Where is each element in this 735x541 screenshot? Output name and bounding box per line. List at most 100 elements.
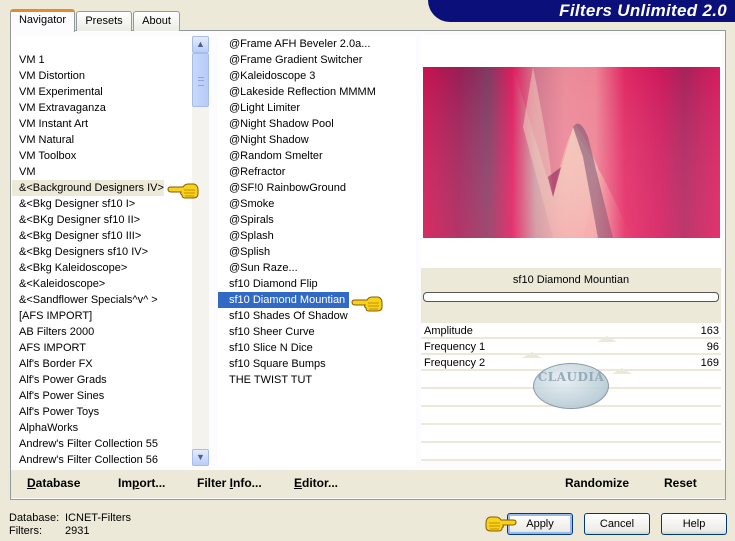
pointing-hand-icon [485, 516, 517, 532]
filter-item[interactable]: @Frame Gradient Switcher [218, 52, 376, 68]
scroll-up-button[interactable]: ▲ [192, 36, 209, 53]
filter-item[interactable]: sf10 Sheer Curve [218, 324, 376, 340]
category-item[interactable]: VM Toolbox [12, 148, 164, 164]
category-item[interactable]: &<Bkg Designers sf10 IV> [12, 244, 164, 260]
category-item[interactable]: Alf's Power Grads [12, 372, 164, 388]
category-item[interactable]: Alf's Border FX [12, 356, 164, 372]
slider-marker [522, 352, 542, 358]
category-item[interactable]: &<BKg Designer sf10 II> [12, 212, 164, 228]
editor-button[interactable]: Editor... [294, 476, 338, 490]
tab-navigator[interactable]: Navigator [10, 9, 75, 32]
cancel-button[interactable]: Cancel [584, 513, 650, 535]
category-item[interactable]: &<Sandflower Specials^v^ > [12, 292, 164, 308]
filter-item[interactable]: @Splish [218, 244, 376, 260]
param-value: 163 [700, 325, 719, 337]
help-button[interactable]: Help [661, 513, 727, 535]
label-part: ort... [139, 476, 166, 490]
category-item[interactable]: &<Background Designers IV> [12, 180, 164, 196]
app-title: Filters Unlimited 2.0 [559, 1, 727, 20]
status-label: Filters: [9, 525, 42, 537]
filter-item[interactable]: sf10 Diamond Mountian [218, 292, 350, 308]
status-database: Database: ICNET-Filters [9, 512, 131, 524]
filter-info-bar: sf10 Diamond Mountian [421, 268, 721, 331]
category-item[interactable]: AB Filters 2000 [12, 324, 164, 340]
param-amplitude[interactable]: Amplitude 163 [421, 323, 721, 339]
category-item[interactable]: Alf's Power Sines [12, 388, 164, 404]
param-value: 169 [700, 357, 719, 369]
chevron-up-icon: ▲ [196, 39, 205, 49]
tab-presets[interactable]: Presets [76, 11, 132, 31]
filter-item[interactable]: THE TWIST TUT [218, 372, 376, 388]
preview-image [423, 67, 720, 238]
title-banner: Filters Unlimited 2.0 [428, 0, 735, 22]
category-item[interactable]: VM Distortion [12, 68, 164, 84]
scroll-down-button[interactable]: ▼ [192, 449, 209, 466]
filter-item[interactable]: sf10 Diamond Flip [218, 276, 376, 292]
scroll-thumb[interactable] [192, 53, 209, 107]
category-item[interactable]: VM Experimental [12, 84, 164, 100]
filter-item[interactable]: @Splash [218, 228, 376, 244]
filter-item[interactable]: sf10 Slice N Dice [218, 340, 376, 356]
param-label: Amplitude [424, 325, 473, 337]
progress-bar [423, 292, 719, 302]
param-frequency-1[interactable]: Frequency 1 96 [421, 339, 721, 355]
category-item[interactable]: VM 1 [12, 52, 164, 68]
pointing-hand-icon [167, 183, 199, 199]
filter-item[interactable]: @Spirals [218, 212, 376, 228]
category-item[interactable]: &<Bkg Designer sf10 I> [12, 196, 164, 212]
category-scrollbar[interactable]: ▲ ▼ [192, 36, 209, 466]
database-button[interactable]: Database [27, 476, 80, 490]
param-value: 96 [706, 341, 719, 353]
filter-list[interactable]: @Frame AFH Beveler 2.0a... @Frame Gradien… [218, 36, 416, 466]
category-item[interactable]: Alf's Power Toys [12, 404, 164, 420]
filter-item[interactable]: @Frame AFH Beveler 2.0a... [218, 36, 376, 52]
filter-item[interactable]: @SF!0 RainbowGround [218, 180, 376, 196]
slider-marker [597, 336, 617, 342]
category-item[interactable]: VM Extravaganza [12, 100, 164, 116]
status-value: 2931 [65, 525, 90, 537]
category-item[interactable]: AFS IMPORT [12, 340, 164, 356]
accelerator-key: E [294, 476, 303, 490]
filter-item[interactable]: sf10 Square Bumps [218, 356, 376, 372]
category-list[interactable]: VM 1 VM Distortion VM Experimental VM Extra… [12, 36, 192, 466]
category-item[interactable]: VM Natural [12, 132, 164, 148]
label-part: atabase [35, 476, 81, 490]
category-item[interactable]: Andrew's Filter Collection 56 [12, 452, 164, 466]
category-item[interactable]: &<Kaleidoscope> [12, 276, 164, 292]
filter-item[interactable]: @Kaleidoscope 3 [218, 68, 376, 84]
label-part: Filter [197, 476, 230, 490]
filter-info-button[interactable]: Filter Info... [197, 476, 262, 490]
category-item[interactable]: VM Instant Art [12, 116, 164, 132]
filter-item[interactable]: @Night Shadow Pool [218, 116, 376, 132]
category-item[interactable]: Andrew's Filter Collection 55 [12, 436, 164, 452]
category-item[interactable]: VM [12, 164, 164, 180]
filter-item[interactable]: @Random Smelter [218, 148, 376, 164]
import-button[interactable]: Import... [118, 476, 165, 490]
label-part: Im [118, 476, 133, 490]
accelerator-key: D [27, 476, 36, 490]
filter-item[interactable]: @Refractor [218, 164, 376, 180]
category-item[interactable]: &<Bkg Designer sf10 III> [12, 228, 164, 244]
filter-item[interactable]: @Lakeside Reflection MMMM [218, 84, 376, 100]
label-part: ditor... [302, 476, 339, 490]
pointing-hand-icon [351, 296, 383, 312]
selected-filter-name: sf10 Diamond Mountian [512, 274, 630, 286]
param-label: Frequency 1 [424, 341, 486, 353]
param-label: Frequency 2 [424, 357, 486, 369]
tab-about[interactable]: About [133, 11, 180, 31]
param-empty-row [421, 425, 721, 443]
filter-item[interactable]: @Sun Raze... [218, 260, 376, 276]
randomize-button[interactable]: Randomize [565, 476, 629, 490]
reset-button[interactable]: Reset [664, 476, 697, 490]
status-label: Database: [9, 512, 60, 524]
filter-item[interactable]: @Smoke [218, 196, 376, 212]
category-item[interactable]: [AFS IMPORT] [12, 308, 164, 324]
filter-item[interactable]: @Light Limiter [218, 100, 376, 116]
category-item[interactable]: AlphaWorks [12, 420, 164, 436]
status-value: ICNET-Filters [65, 512, 131, 524]
watermark-logo: CLAUDIA [533, 363, 609, 409]
category-item[interactable]: &<Bkg Kaleidoscope> [12, 260, 164, 276]
slider-marker [612, 368, 632, 374]
filter-item[interactable]: @Night Shadow [218, 132, 376, 148]
param-empty-row [421, 407, 721, 425]
